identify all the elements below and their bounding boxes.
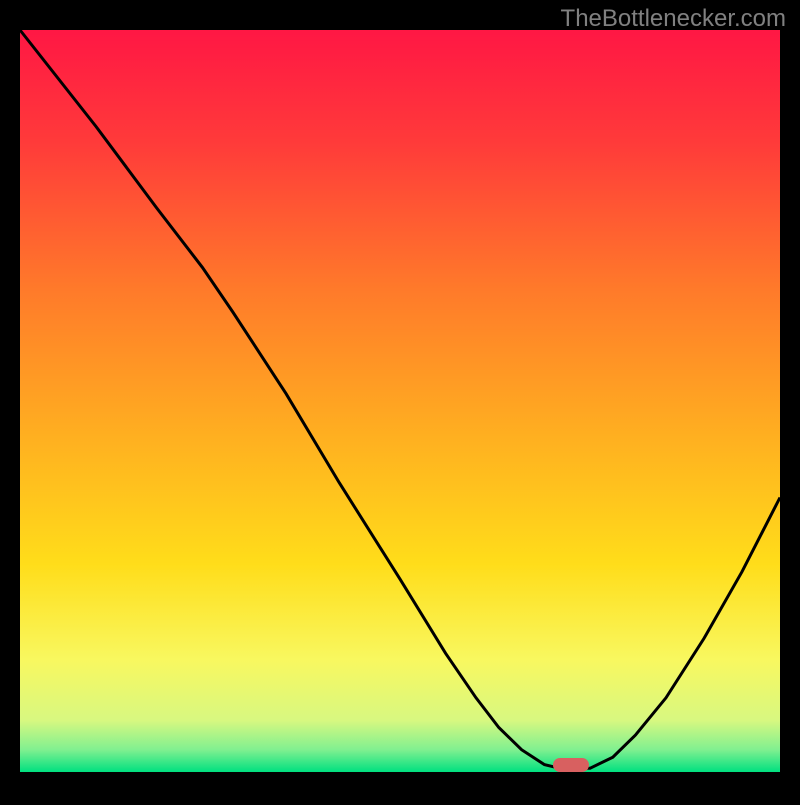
optimal-marker (553, 758, 589, 772)
bottleneck-chart (0, 0, 800, 800)
chart-gradient-bg (20, 30, 780, 772)
chart-svg (0, 0, 800, 800)
watermark-text: TheBottlenecker.com (561, 5, 786, 33)
